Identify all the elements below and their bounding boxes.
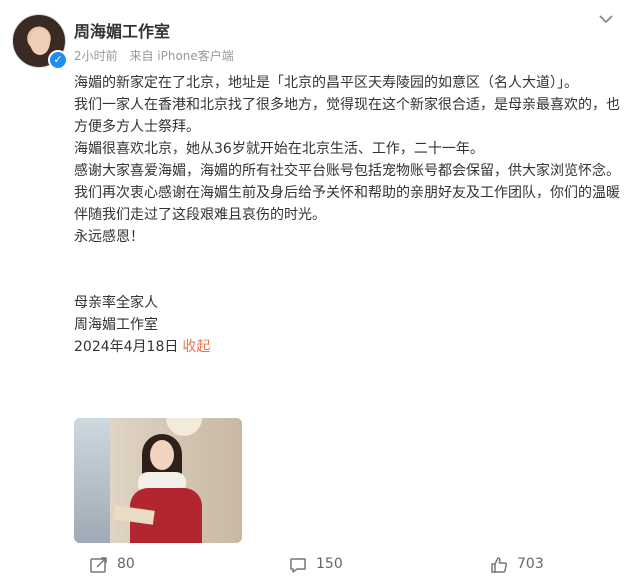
post-date-line: 2024年4月18日 收起 — [74, 336, 622, 358]
collapse-link[interactable]: 收起 — [182, 339, 210, 355]
paragraph: 我们再次衷心感谢在海媚生前及身后给予关怀和帮助的亲朋好友及工作团队，你们的温暖伴… — [74, 185, 620, 223]
post-date: 2024年4月18日 — [74, 339, 179, 355]
author-name[interactable]: 周海媚工作室 — [74, 18, 170, 42]
comment-icon — [290, 558, 306, 573]
thumbs-up-icon — [491, 557, 508, 573]
signature-family: 母亲率全家人 — [74, 295, 158, 311]
paragraph: 我们一家人在香港和北京找了很多地方，觉得现在这个新家很合适，是母亲最喜欢的，也方… — [74, 97, 620, 135]
photo-window — [74, 418, 110, 543]
paragraph: 感谢大家喜爱海媚，海媚的所有社交平台账号包括宠物账号都会保留，供大家浏览怀念。 — [74, 163, 620, 179]
paragraph: 海媚的新家定在了北京，地址是「北京的昌平区天寿陵园的如意区（名人大道）」。 — [74, 75, 578, 91]
action-bar: 80 150 703 — [0, 547, 630, 583]
paragraph: 海媚很喜欢北京，她从36岁就开始在北京生活、工作，二十一年。 — [74, 141, 484, 157]
comment-count: 150 — [316, 556, 343, 572]
post-header: ✓ 周海媚工作室 2小时前 来自 iPhone客户端 — [0, 0, 630, 72]
chevron-down-icon[interactable] — [597, 12, 615, 26]
avatar-face — [30, 29, 50, 55]
post-content: 海媚的新家定在了北京，地址是「北京的昌平区天寿陵园的如意区（名人大道）」。 我们… — [74, 72, 622, 358]
post-photo[interactable] — [74, 418, 242, 543]
repost-icon — [90, 557, 107, 573]
photo-face — [150, 440, 174, 470]
repost-count: 80 — [117, 556, 135, 572]
like-count: 703 — [517, 556, 544, 572]
post-source: 来自 iPhone客户端 — [129, 49, 234, 63]
post-time[interactable]: 2小时前 — [74, 49, 118, 63]
post-meta: 2小时前 来自 iPhone客户端 — [74, 47, 242, 64]
signature-studio: 周海媚工作室 — [74, 317, 158, 333]
paragraph: 永远感恩！ — [74, 229, 144, 245]
verified-badge-icon: ✓ — [48, 50, 68, 70]
